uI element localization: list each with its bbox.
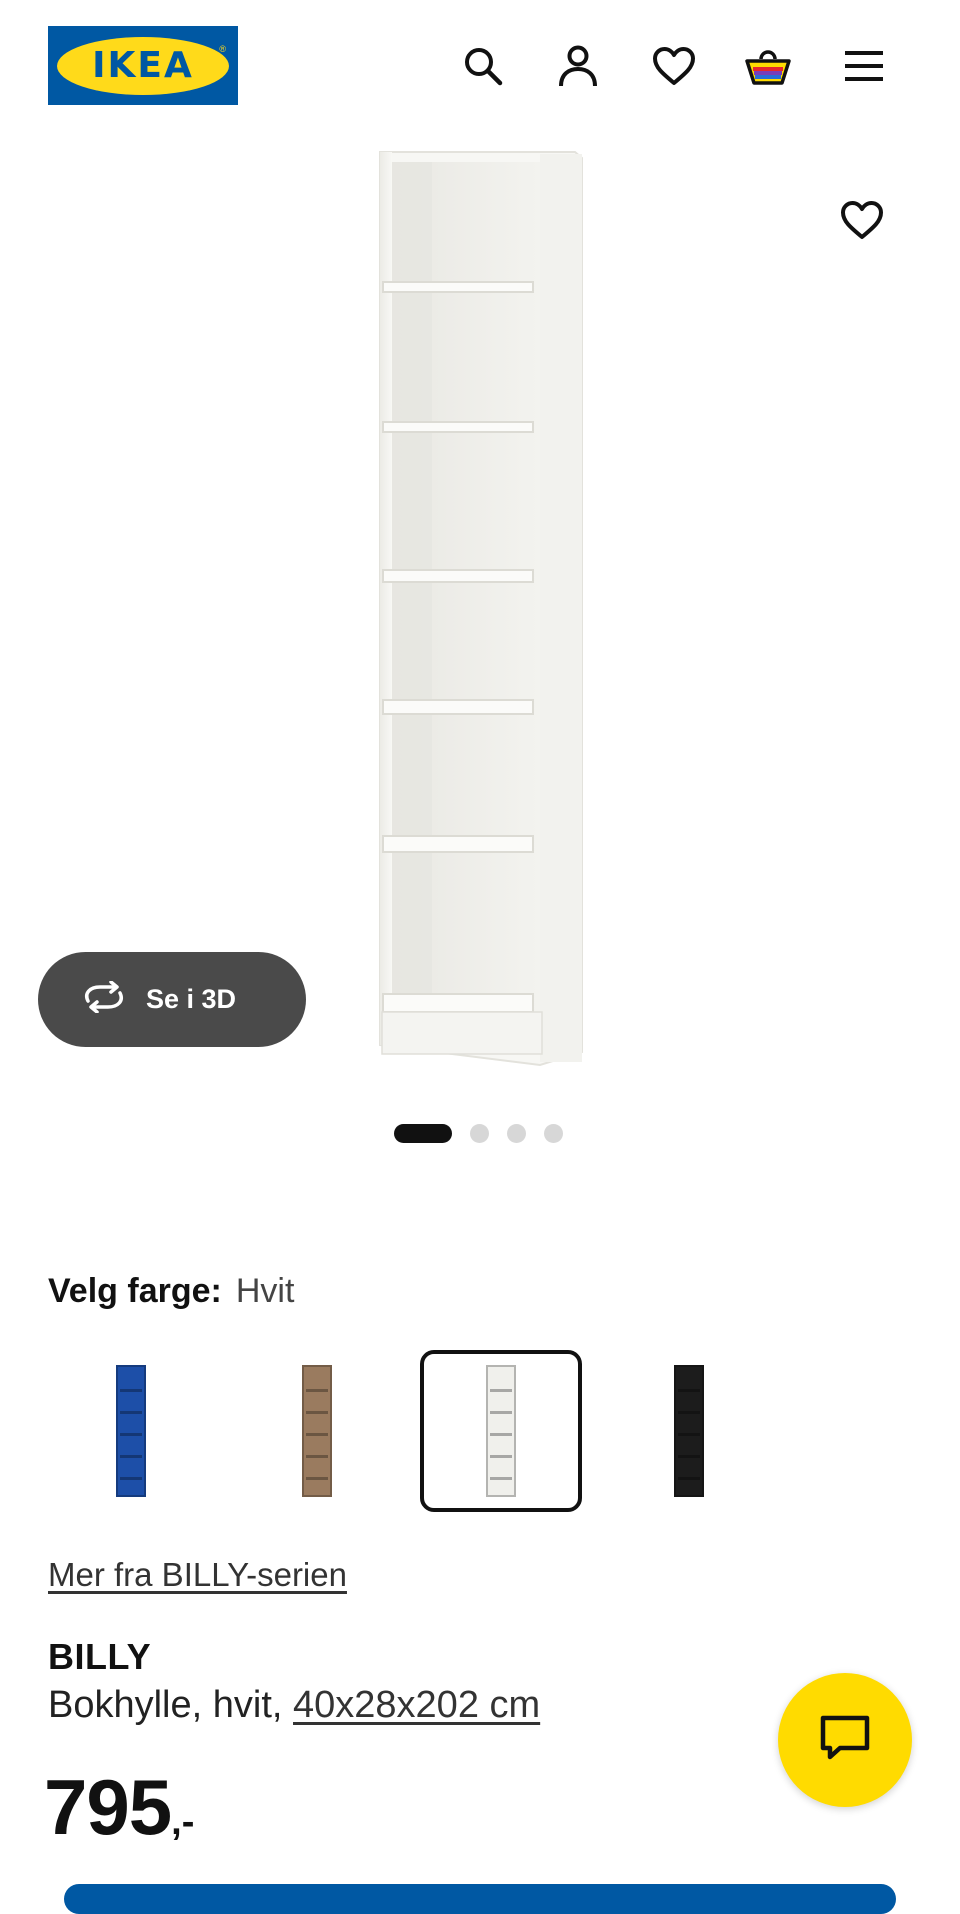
swatch-shelf-image [674, 1365, 704, 1497]
gallery-pagination [394, 1123, 563, 1143]
price-integer: 795 [44, 1763, 172, 1851]
logo-text: IKEA [92, 45, 194, 86]
chat-icon [818, 1713, 872, 1768]
pagination-dot-3[interactable] [507, 1123, 526, 1143]
selected-color-value: Hvit [235, 1272, 295, 1310]
add-to-cart-button[interactable] [64, 1884, 896, 1914]
price-suffix: ,- [171, 1801, 195, 1843]
pagination-dot-1[interactable] [394, 1123, 452, 1143]
series-link[interactable]: Mer fra BILLY-serien [48, 1556, 347, 1594]
add-to-favourites-button[interactable] [836, 196, 888, 244]
color-swatch-blue[interactable] [50, 1350, 212, 1512]
chat-button[interactable] [778, 1673, 912, 1807]
pagination-dot-2[interactable] [470, 1123, 489, 1143]
ikea-logo[interactable]: IKEA ® [48, 26, 238, 105]
product-image[interactable] [370, 150, 600, 1070]
product-description: Bokhylle, hvit, 40x28x202 cm [48, 1684, 540, 1727]
search-icon[interactable] [459, 42, 507, 90]
color-picker-heading: Velg farge: Hvit [48, 1272, 294, 1311]
product-dimensions-link[interactable]: 40x28x202 cm [293, 1684, 540, 1726]
color-swatch-white[interactable] [420, 1350, 582, 1512]
swatch-shelf-image [116, 1365, 146, 1497]
product-type-text: Bokhylle, hvit, [48, 1684, 283, 1726]
view-in-3d-label: Se i 3D [146, 984, 237, 1014]
logo-oval: IKEA [57, 36, 229, 95]
basket-icon[interactable] [744, 42, 792, 90]
logo-registered-mark: ® [219, 44, 226, 54]
menu-icon[interactable] [840, 42, 888, 90]
color-swatch-black[interactable] [608, 1350, 770, 1512]
rotate-3d-icon [80, 980, 128, 1018]
color-picker-label: Velg farge: [48, 1272, 222, 1310]
color-swatch-walnut[interactable] [236, 1350, 398, 1512]
view-in-3d-button[interactable]: Se i 3D [38, 952, 306, 1047]
swatch-shelf-image [302, 1365, 332, 1497]
product-price: 795,- [44, 1762, 194, 1853]
product-name: BILLY [48, 1636, 152, 1677]
heart-icon[interactable] [650, 42, 698, 90]
user-icon[interactable] [554, 42, 602, 90]
swatch-shelf-image [486, 1365, 516, 1497]
pagination-dot-4[interactable] [544, 1123, 563, 1143]
